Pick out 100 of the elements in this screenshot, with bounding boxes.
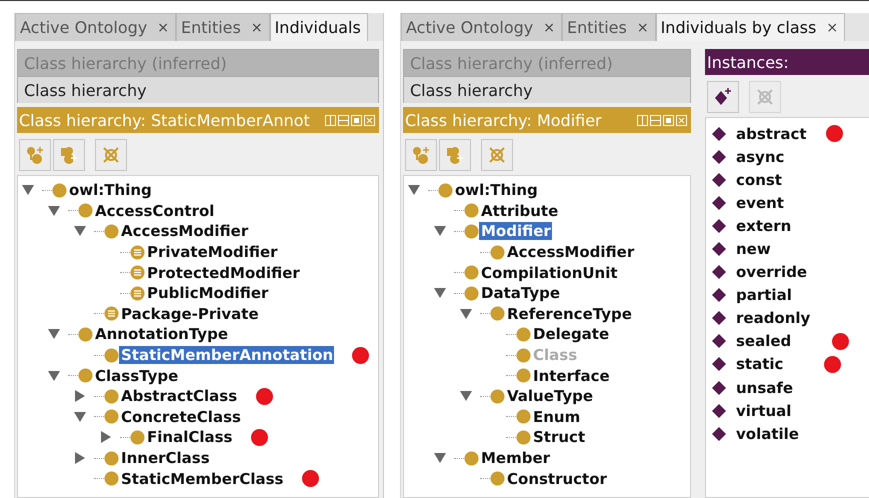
- tree-node[interactable]: CompilationUnit: [479, 264, 619, 282]
- equivalent-class-icon: [104, 306, 119, 322]
- instance-item[interactable]: static: [734, 355, 784, 374]
- tab[interactable]: Individuals: [270, 13, 368, 41]
- instance-item[interactable]: readonly: [734, 309, 812, 328]
- expanded-arrow-icon[interactable]: [460, 308, 472, 320]
- instance-item[interactable]: const: [734, 170, 783, 189]
- expanded-arrow-icon[interactable]: [434, 287, 446, 300]
- tree-node[interactable]: AccessModifier: [505, 243, 636, 262]
- expanded-arrow-icon[interactable]: [460, 390, 472, 402]
- class-icon: [104, 348, 119, 363]
- expanded-arrow-icon[interactable]: [434, 452, 446, 464]
- instance-item[interactable]: sealed: [734, 332, 792, 350]
- class-icon: [104, 388, 119, 404]
- add-individual-button[interactable]: [707, 81, 739, 113]
- tree-node[interactable]: ProtectedModifier: [145, 264, 301, 282]
- class-icon: [516, 430, 531, 445]
- class-icon: [464, 450, 479, 466]
- tab[interactable]: Active Ontology ×: [401, 13, 562, 41]
- expanded-arrow-icon[interactable]: [434, 225, 446, 238]
- class-icon: [78, 326, 93, 342]
- close-icon[interactable]: ×: [157, 20, 169, 36]
- tree-node[interactable]: ClassType: [93, 366, 180, 385]
- tree-node[interactable]: owl:Thing: [453, 181, 539, 200]
- instance-item[interactable]: async: [734, 148, 786, 166]
- tree-node[interactable]: StaticMemberClass: [119, 470, 284, 488]
- tree-node[interactable]: StaticMemberAnnotation: [119, 346, 334, 364]
- instance-item[interactable]: unsafe: [734, 378, 794, 397]
- expanded-arrow-icon[interactable]: [48, 204, 60, 217]
- collapsed-arrow-icon[interactable]: [100, 431, 112, 444]
- tree-node[interactable]: InnerClass: [119, 449, 211, 468]
- tab[interactable]: Entities ×: [562, 13, 656, 41]
- tree-node[interactable]: PrivateModifier: [145, 243, 279, 262]
- collapsed-arrow-icon[interactable]: [74, 452, 86, 464]
- view-tab[interactable]: Class hierarchy: [403, 76, 691, 103]
- tree-node[interactable]: Struct: [531, 428, 586, 446]
- tab-label: Individuals: [274, 18, 361, 37]
- tab-label: Entities: [566, 18, 627, 37]
- tab-label: Active Ontology: [406, 18, 534, 37]
- class-icon: [104, 471, 119, 486]
- instance-item[interactable]: abstract: [734, 124, 808, 143]
- instance-item[interactable]: event: [734, 194, 785, 212]
- close-icon[interactable]: ×: [543, 20, 555, 36]
- tree-node[interactable]: Package-Private: [119, 304, 260, 323]
- close-icon[interactable]: ×: [250, 20, 263, 36]
- class-icon: [104, 224, 119, 239]
- tree-node[interactable]: FinalClass: [145, 428, 234, 446]
- instance-item[interactable]: volatile: [734, 424, 800, 443]
- tree-node[interactable]: ReferenceType: [505, 304, 633, 323]
- collapsed-arrow-icon[interactable]: [74, 390, 86, 402]
- expanded-arrow-icon[interactable]: [408, 184, 420, 196]
- expanded-arrow-icon[interactable]: [74, 225, 86, 238]
- view-tab[interactable]: Class hierarchy: [17, 76, 379, 103]
- class-icon: [52, 182, 67, 198]
- add-sibling-icon: [59, 145, 79, 165]
- class-icon: [516, 348, 531, 363]
- class-icon: [464, 224, 479, 239]
- individual-icon: [712, 126, 726, 141]
- close-icon[interactable]: ×: [826, 20, 838, 36]
- instance-item[interactable]: extern: [734, 216, 792, 235]
- instance-item[interactable]: new: [734, 240, 772, 258]
- tree-node[interactable]: AbstractClass: [119, 387, 238, 406]
- individual-icon: [712, 426, 726, 441]
- hierarchy-title: Class hierarchy: Modifier: [405, 110, 602, 130]
- tab[interactable]: Entities ×: [176, 13, 270, 41]
- individual-icon: [712, 242, 726, 256]
- class-icon: [516, 368, 531, 384]
- tab[interactable]: Individuals by class ×: [656, 13, 846, 41]
- tree-node[interactable]: Constructor: [505, 470, 608, 488]
- class-icon: [78, 368, 93, 384]
- tree-node[interactable]: AccessControl: [93, 202, 216, 220]
- class-icon: [464, 203, 479, 218]
- individual-icon: [712, 196, 726, 210]
- tree-node[interactable]: Enum: [531, 408, 582, 426]
- delete-icon: [101, 145, 121, 165]
- expanded-arrow-icon[interactable]: [74, 410, 86, 423]
- expanded-arrow-icon[interactable]: [48, 370, 60, 382]
- tree-node[interactable]: ConcreteClass: [119, 408, 242, 426]
- tree-node[interactable]: AccessModifier: [119, 222, 250, 240]
- tree-node[interactable]: Attribute: [479, 202, 560, 220]
- tree-node[interactable]: AnnotationType: [93, 325, 230, 344]
- tree-node[interactable]: Interface: [531, 366, 611, 385]
- tab[interactable]: Active Ontology ×: [15, 13, 176, 41]
- instance-item[interactable]: partial: [734, 286, 793, 304]
- tree-node[interactable]: ValueType: [505, 387, 594, 406]
- tree-node[interactable]: DataType: [479, 284, 562, 302]
- close-icon[interactable]: ×: [636, 20, 649, 36]
- tree-node[interactable]: owl:Thing: [67, 181, 153, 200]
- individual-icon: [712, 357, 726, 372]
- tree-node[interactable]: Modifier: [479, 222, 552, 240]
- individual-icon: [712, 311, 726, 326]
- expanded-arrow-icon[interactable]: [22, 184, 34, 196]
- tree-node[interactable]: Delegate: [531, 325, 610, 344]
- add-sibling-icon: [445, 145, 465, 165]
- class-icon: [464, 265, 479, 280]
- instance-item[interactable]: override: [734, 263, 808, 282]
- tree-node[interactable]: PublicModifier: [145, 284, 270, 302]
- instance-item[interactable]: virtual: [734, 402, 792, 420]
- expanded-arrow-icon[interactable]: [48, 328, 60, 340]
- tree-node[interactable]: Member: [479, 449, 552, 468]
